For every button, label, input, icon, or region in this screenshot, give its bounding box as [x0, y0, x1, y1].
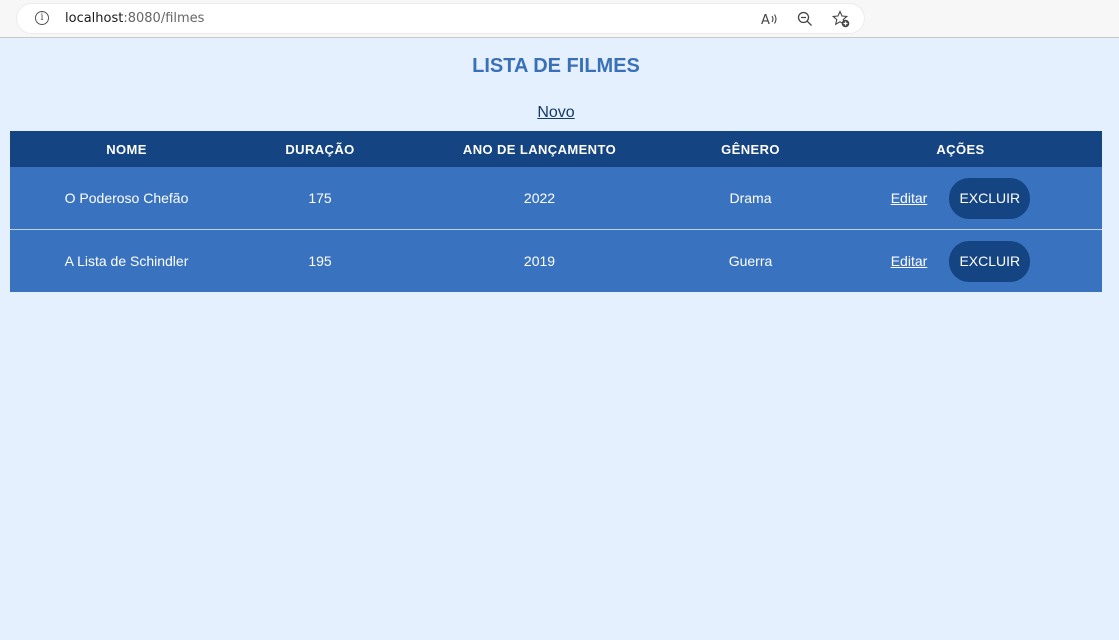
header-nome: NOME: [106, 141, 147, 157]
url-text[interactable]: localhost:8080/filmes: [65, 11, 204, 26]
address-bar[interactable]: i localhost:8080/filmes A: [17, 4, 864, 33]
url-path: :8080/filmes: [123, 11, 205, 26]
header-duracao: DURAÇÃO: [285, 141, 355, 157]
read-aloud-icon[interactable]: A: [760, 10, 778, 28]
table-row: O Poderoso Chefão 175 2022 Drama Editar …: [10, 167, 1102, 229]
cell-duracao: 195: [308, 253, 332, 269]
cell-actions: Editar EXCLUIR: [819, 240, 1102, 282]
new-movie-link[interactable]: Novo: [537, 104, 574, 121]
svg-text:A: A: [761, 13, 770, 28]
cell-genero: Guerra: [728, 253, 773, 269]
cell-ano: 2022: [523, 190, 556, 206]
browser-toolbar: i localhost:8080/filmes A: [0, 0, 1119, 38]
delete-button[interactable]: EXCLUIR: [949, 177, 1031, 219]
edit-link[interactable]: Editar: [891, 253, 928, 269]
table-row: A Lista de Schindler 195 2019 Guerra Edi…: [10, 229, 1102, 292]
cell-duracao: 175: [308, 190, 332, 206]
page-title: LISTA DE FILMES: [472, 55, 640, 77]
url-host: localhost: [65, 11, 124, 26]
header-acoes: AÇÕES: [936, 141, 985, 157]
info-icon[interactable]: i: [35, 11, 49, 25]
movies-table: NOME DURAÇÃO ANO DE LANÇAMENTO GÊNERO AÇ…: [10, 131, 1102, 292]
cell-ano: 2019: [523, 253, 556, 269]
edit-link[interactable]: Editar: [891, 190, 928, 206]
header-ano: ANO DE LANÇAMENTO: [462, 141, 617, 157]
delete-button[interactable]: EXCLUIR: [949, 240, 1031, 282]
add-favorite-icon[interactable]: [832, 10, 850, 28]
cell-genero: Drama: [729, 190, 772, 206]
table-header: NOME DURAÇÃO ANO DE LANÇAMENTO GÊNERO AÇ…: [10, 131, 1102, 167]
new-link-container: Novo: [0, 104, 1112, 122]
zoom-out-icon[interactable]: [796, 10, 814, 28]
header-genero: GÊNERO: [721, 141, 780, 157]
cell-actions: Editar EXCLUIR: [819, 177, 1102, 219]
cell-nome: A Lista de Schindler: [64, 253, 189, 269]
cell-nome: O Poderoso Chefão: [64, 190, 189, 206]
